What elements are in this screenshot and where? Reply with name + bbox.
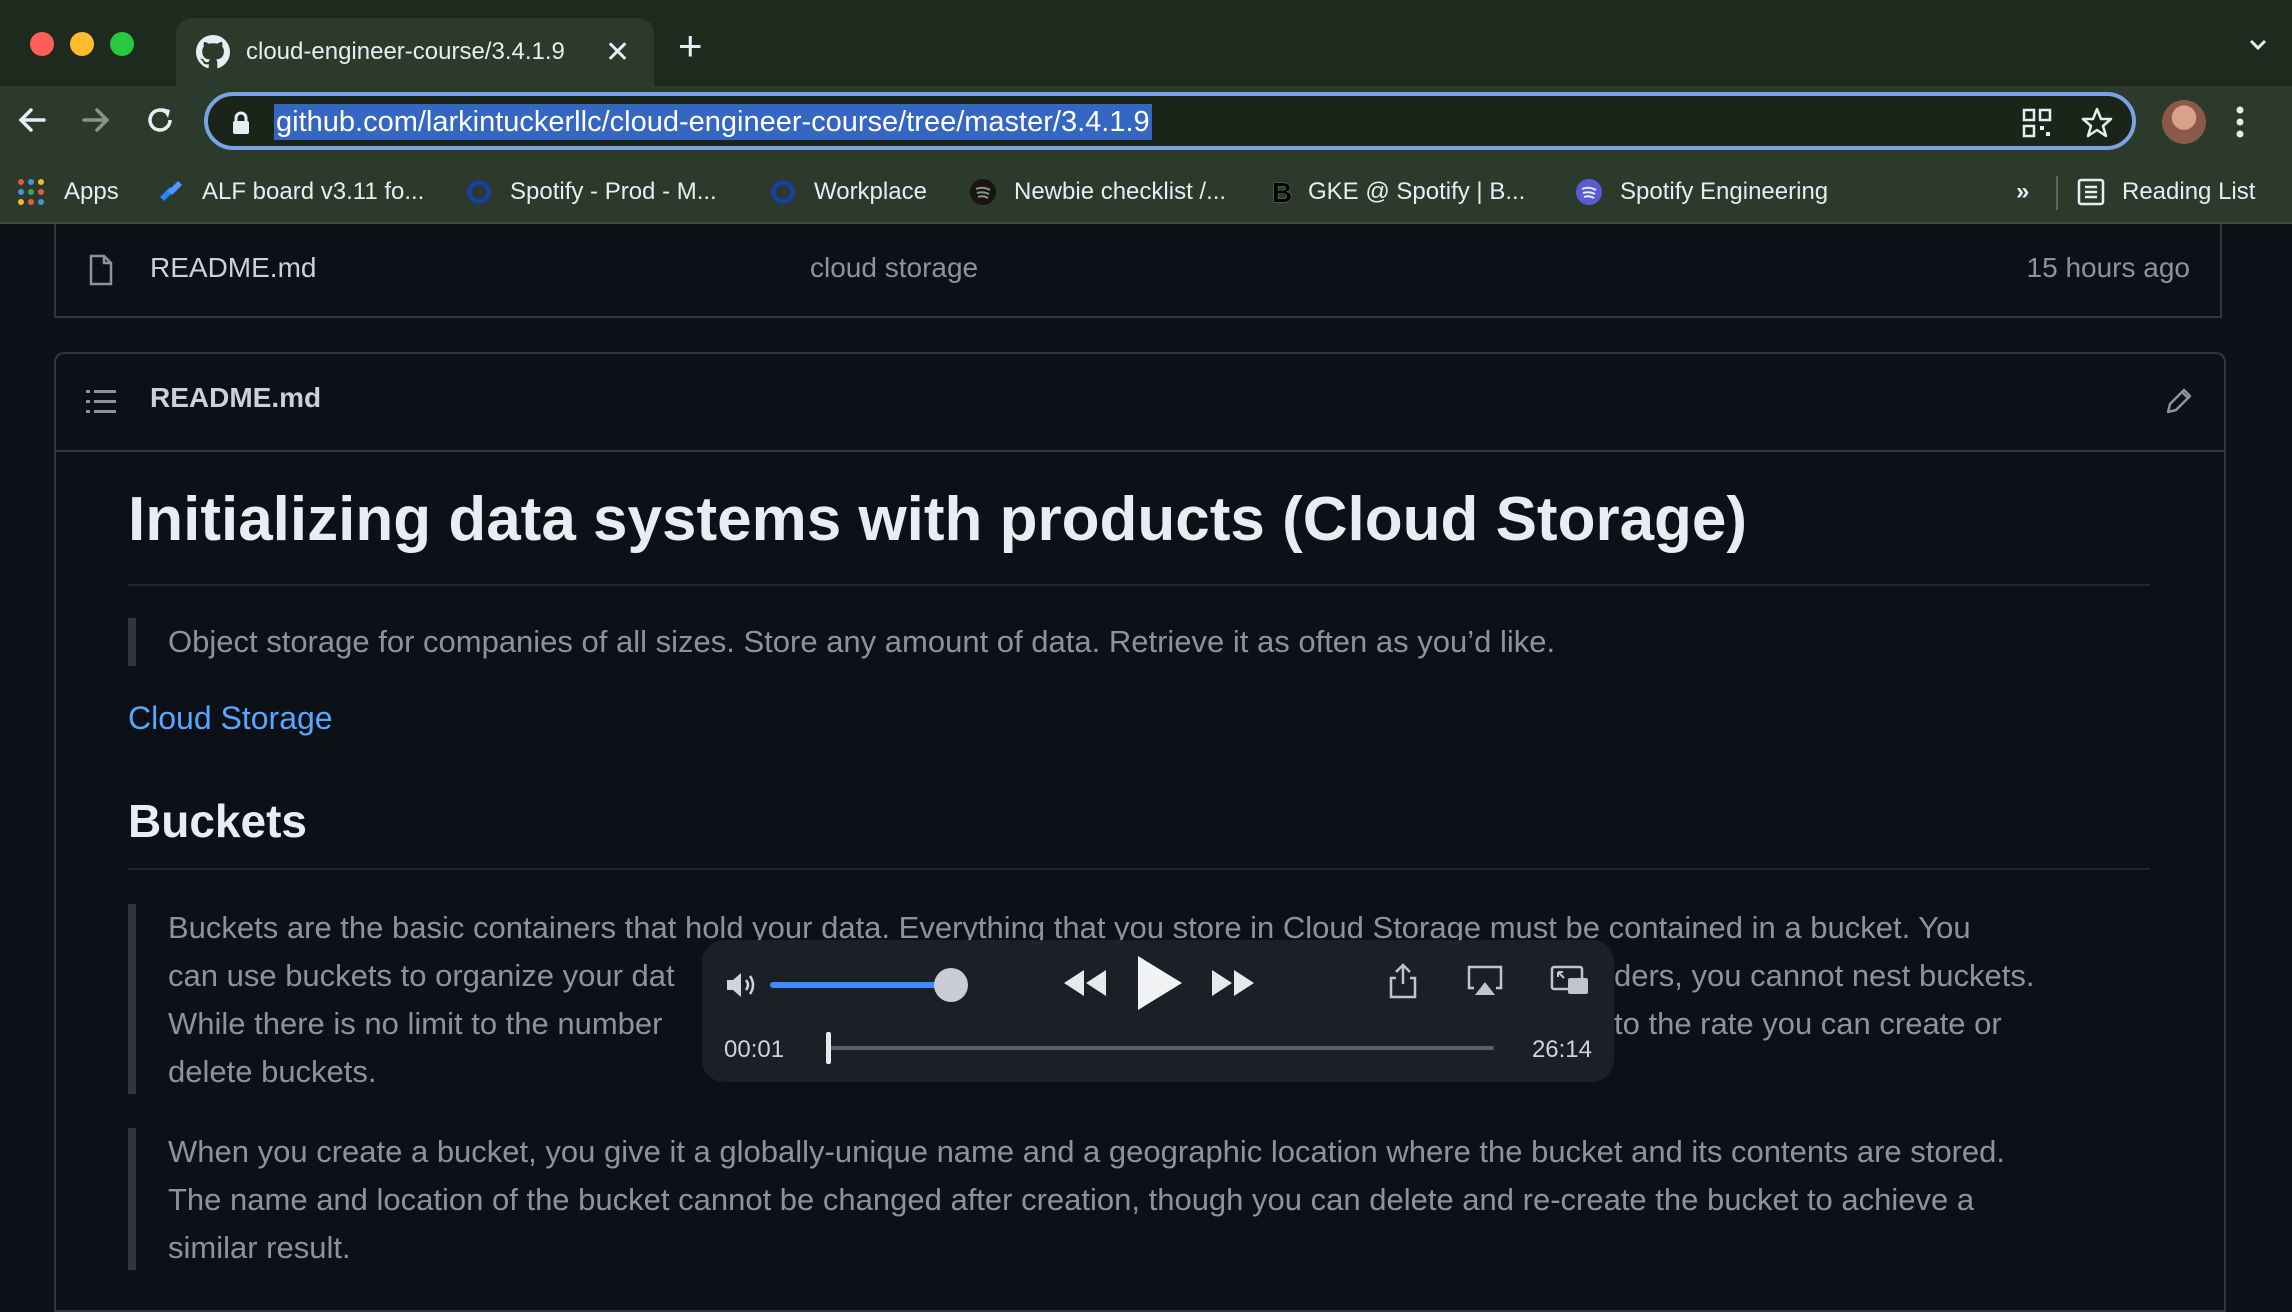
reading-list-icon bbox=[2077, 178, 2105, 206]
spotify-icon bbox=[1576, 179, 1602, 205]
file-icon bbox=[89, 254, 113, 286]
progress-scrubber[interactable] bbox=[826, 1032, 831, 1064]
buckets-divider bbox=[128, 868, 2150, 870]
reload-icon[interactable] bbox=[140, 100, 180, 140]
readme-header: README.md bbox=[56, 354, 2224, 452]
buckets-paragraph-2: When you create a bucket, you give it a … bbox=[168, 1128, 2005, 1272]
buckets-paragraph-1-right: ders, you cannot nest buckets. to the ra… bbox=[1614, 952, 2034, 1048]
paragraph-line: to the rate you can create or bbox=[1614, 1006, 2002, 1041]
edit-pencil-icon[interactable] bbox=[2164, 386, 2194, 416]
profile-avatar[interactable] bbox=[2162, 100, 2206, 144]
intro-quote: Object storage for companies of all size… bbox=[168, 624, 1556, 659]
duration: 26:14 bbox=[1531, 1036, 1592, 1063]
bookmarks-bar: Apps ALF board v3.11 fo... Spotify - Pro… bbox=[0, 162, 2292, 224]
file-list-row[interactable]: README.md cloud storage 15 hours ago bbox=[54, 224, 2222, 318]
bookmark-label: Spotify Engineering bbox=[1620, 178, 1829, 205]
more-bookmarks-button[interactable]: » bbox=[2016, 174, 2029, 210]
bookmark-label: ALF board v3.11 fo... bbox=[202, 178, 425, 205]
bookmark-label: Newbie checklist /... bbox=[1014, 178, 1227, 205]
github-icon bbox=[196, 35, 230, 69]
blockquote-bar bbox=[128, 904, 136, 1094]
fast-forward-icon[interactable] bbox=[1210, 966, 1256, 1000]
ring-icon bbox=[771, 180, 795, 204]
close-tab-icon[interactable]: ✕ bbox=[605, 35, 630, 70]
reading-list-button[interactable]: Reading List bbox=[2076, 174, 2255, 210]
outline-list-icon[interactable] bbox=[86, 388, 118, 416]
browser-menu-icon[interactable] bbox=[2236, 104, 2244, 140]
jira-icon bbox=[160, 181, 182, 201]
commit-message-link[interactable]: cloud storage bbox=[810, 252, 978, 284]
address-bar[interactable]: github.com/larkintuckerllc/cloud-enginee… bbox=[204, 92, 2136, 150]
volume-icon[interactable] bbox=[724, 970, 760, 1000]
share-icon[interactable] bbox=[1388, 962, 1418, 1000]
blockquote-bar bbox=[128, 618, 136, 666]
bookmark-label: GKE @ Spotify | B... bbox=[1308, 178, 1526, 205]
bookmark-newbie-checklist[interactable]: Newbie checklist /... bbox=[968, 174, 1226, 210]
readme-header-title: README.md bbox=[150, 382, 322, 413]
bookmark-workplace[interactable]: Workplace bbox=[768, 174, 927, 210]
minimize-window-button[interactable] bbox=[70, 32, 94, 56]
reading-list-label: Reading List bbox=[2122, 178, 2256, 205]
bookmark-star-icon[interactable] bbox=[2080, 106, 2114, 140]
spotify-icon bbox=[970, 179, 996, 205]
bookmark-spotify-prod[interactable]: Spotify - Prod - M... bbox=[464, 174, 717, 210]
paragraph-line: ders, you cannot nest buckets. bbox=[1614, 958, 2035, 993]
play-icon[interactable] bbox=[1132, 952, 1186, 1014]
bookmark-gke-spotify[interactable]: B GKE @ Spotify | B... bbox=[1272, 174, 1525, 210]
current-time: 00:01 bbox=[724, 1036, 785, 1063]
back-arrow-icon[interactable] bbox=[12, 100, 52, 140]
buckets-heading: Buckets bbox=[128, 795, 307, 847]
progress-track[interactable] bbox=[828, 1046, 1494, 1050]
bookmark-label: Apps bbox=[64, 178, 119, 205]
airplay-icon[interactable] bbox=[1466, 964, 1504, 998]
readme-title: Initializing data systems with products … bbox=[128, 485, 1748, 554]
bookmark-label: Workplace bbox=[814, 178, 927, 205]
new-tab-button[interactable]: + bbox=[678, 22, 703, 70]
rewind-icon[interactable] bbox=[1062, 966, 1108, 1000]
lock-icon[interactable] bbox=[230, 110, 252, 136]
bookmark-alf-board[interactable]: ALF board v3.11 fo... bbox=[156, 174, 424, 210]
commit-age: 15 hours ago bbox=[2026, 252, 2190, 283]
backstage-icon: B bbox=[1272, 177, 1293, 208]
qr-code-icon[interactable] bbox=[2022, 108, 2052, 138]
bookmarks-divider bbox=[2056, 176, 2058, 210]
zoom-window-button[interactable] bbox=[110, 32, 134, 56]
media-controls: 00:01 26:14 bbox=[702, 940, 1614, 1082]
title-divider bbox=[128, 584, 2150, 586]
file-name-link[interactable]: README.md bbox=[150, 252, 316, 284]
close-window-button[interactable] bbox=[30, 32, 54, 56]
forward-arrow-icon[interactable] bbox=[76, 100, 116, 140]
browser-titlebar: cloud-engineer-course/3.4.1.9 ✕ + bbox=[0, 0, 2292, 86]
paragraph-line: similar result. bbox=[168, 1230, 351, 1265]
tab-search-chevron-icon[interactable] bbox=[2248, 34, 2268, 54]
volume-slider-knob[interactable] bbox=[934, 968, 968, 1002]
blockquote-bar bbox=[128, 1128, 136, 1270]
url-text[interactable]: github.com/larkintuckerllc/cloud-enginee… bbox=[274, 104, 1152, 140]
paragraph-line: When you create a bucket, you give it a … bbox=[168, 1134, 2006, 1169]
ring-icon bbox=[467, 180, 491, 204]
paragraph-line: The name and location of the bucket cann… bbox=[168, 1182, 1975, 1217]
picture-in-picture-icon[interactable] bbox=[1550, 964, 1590, 998]
bookmark-spotify-engineering[interactable]: Spotify Engineering bbox=[1574, 174, 1828, 210]
tab-title: cloud-engineer-course/3.4.1.9 bbox=[246, 38, 565, 65]
volume-slider-fill[interactable] bbox=[770, 982, 950, 988]
apps-grid-icon bbox=[18, 179, 44, 205]
browser-tab-active[interactable]: cloud-engineer-course/3.4.1.9 ✕ bbox=[176, 18, 654, 86]
cloud-storage-link[interactable]: Cloud Storage bbox=[128, 700, 333, 737]
bookmark-apps[interactable]: Apps bbox=[16, 174, 119, 210]
bookmark-label: Spotify - Prod - M... bbox=[510, 178, 717, 205]
